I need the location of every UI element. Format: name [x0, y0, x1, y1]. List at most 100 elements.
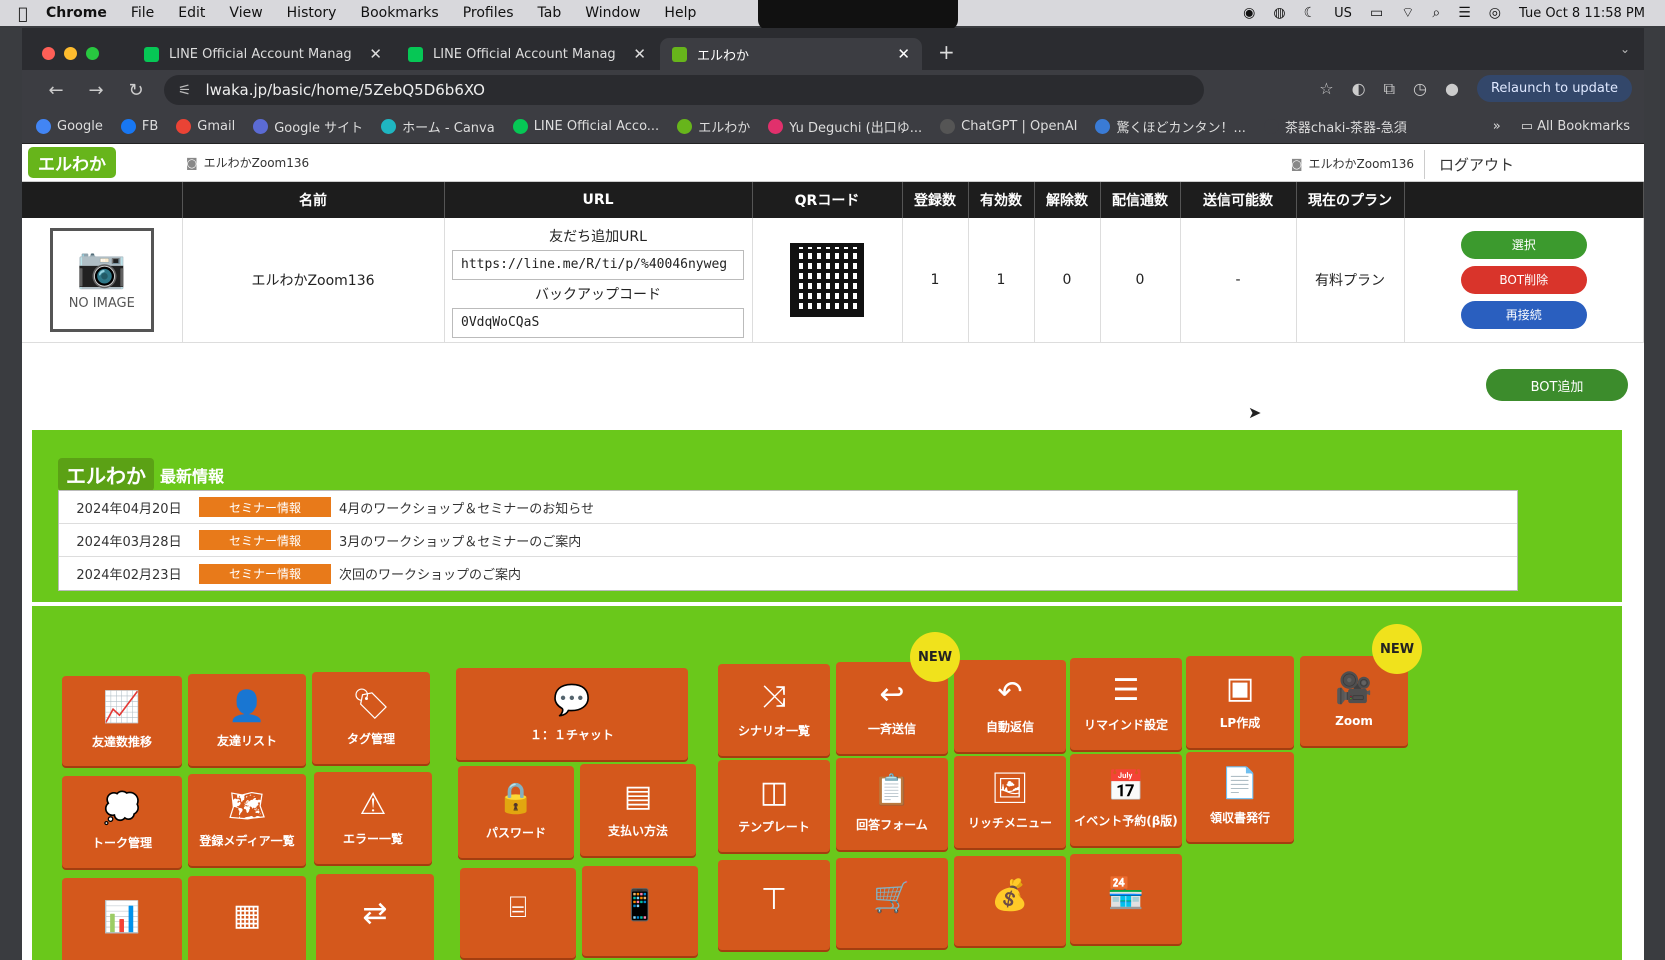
tile-remind[interactable]: ☰ リマインド設定 — [1070, 658, 1182, 750]
site-settings-icon[interactable]: ⚟ — [178, 81, 191, 99]
tile-mobile[interactable]: 📱 — [582, 866, 698, 956]
menu-tab[interactable]: Tab — [538, 5, 562, 21]
qr-code[interactable] — [790, 242, 864, 317]
delete-bot-button[interactable]: BOT削除 — [1460, 265, 1587, 294]
menu-history[interactable]: History — [287, 5, 337, 21]
tile-storage[interactable]: ⌸ — [460, 868, 576, 958]
bookmark-item[interactable]: ChatGPT | OpenAI — [940, 119, 1077, 134]
menu-file[interactable]: File — [131, 5, 154, 21]
bookmark-item[interactable]: LINE Official Acco... — [512, 119, 659, 134]
tile-store[interactable]: 🏪 — [1070, 854, 1182, 944]
tile-cart[interactable]: 🛒 — [836, 858, 948, 948]
close-window-icon[interactable] — [42, 47, 55, 60]
profile-icon[interactable]: ● — [1445, 79, 1459, 98]
tile-transfer[interactable]: ⇄ — [316, 874, 434, 960]
menu-bookmarks[interactable]: Bookmarks — [360, 5, 438, 21]
tile-scenario-list[interactable]: ⤨ シナリオ一覧 — [718, 664, 830, 756]
tile-media[interactable]: 🗺 登録メディア一覧 — [188, 774, 306, 866]
tab-line-1[interactable]: LINE Official Account Manag ✕ — [132, 38, 394, 70]
control-center-icon[interactable]: ☰ — [1458, 5, 1471, 21]
address-bar[interactable]: ⚟ lwaka.jp/basic/home/5ZebQ5D6b6XO — [164, 75, 1204, 105]
tab-close-icon[interactable]: ✕ — [633, 45, 646, 63]
chevron-right-icon[interactable]: » — [1493, 119, 1501, 134]
back-icon[interactable]: ← — [36, 80, 76, 101]
history-icon[interactable]: ◷ — [1413, 79, 1427, 98]
news-link[interactable]: 4月のワークショップ＆セミナーのお知らせ — [339, 498, 594, 517]
bookmark-item[interactable]: FB — [120, 119, 158, 134]
bot-avatar[interactable]: 📷 NO IMAGE — [49, 227, 154, 332]
tile-errors[interactable]: ⚠ エラー一覧 — [314, 772, 432, 864]
puzzle-icon[interactable]: ⧉ — [1384, 79, 1395, 99]
bookmark-item[interactable]: 驚くほどカンタン！... — [1095, 117, 1246, 136]
zoom-window-icon[interactable] — [86, 47, 99, 60]
tab-line-2[interactable]: LINE Official Account Manag ✕ — [396, 38, 658, 70]
tab-close-icon[interactable]: ✕ — [369, 45, 382, 63]
tile-payment[interactable]: ▤ 支払い方法 — [580, 764, 696, 856]
battery-icon[interactable]: ▭ — [1370, 5, 1383, 21]
bookmark-item[interactable]: Google サイト — [253, 117, 363, 136]
new-tab-button[interactable]: + — [924, 40, 969, 70]
zoom-status-icon[interactable]: ◍ — [1273, 5, 1285, 21]
tile-hierarchy[interactable]: ⊤ — [718, 860, 830, 950]
bookmark-item[interactable]: Gmail — [176, 119, 235, 134]
relaunch-button[interactable]: Relaunch to update — [1476, 75, 1632, 102]
tile-receipt[interactable]: 📄 領収書発行 — [1186, 752, 1294, 842]
tile-form[interactable]: 📋 回答フォーム — [836, 758, 948, 850]
tile-event[interactable]: 📅 イベント予約(β版) — [1070, 754, 1182, 846]
menu-edit[interactable]: Edit — [178, 5, 205, 21]
siri-icon[interactable]: ◎ — [1489, 5, 1501, 21]
wifi-icon[interactable]: ⌔ — [1401, 4, 1414, 22]
tile-money[interactable]: 💰 — [954, 856, 1066, 946]
menu-profiles[interactable]: Profiles — [463, 5, 514, 21]
tile-lp[interactable]: ▣ LP作成 — [1186, 656, 1294, 748]
current-plan: 有料プラン — [1296, 218, 1405, 343]
bookmark-item[interactable]: Google — [36, 119, 103, 134]
bookmark-item[interactable]: Yu Deguchi (出口ゆ... — [768, 117, 922, 136]
tab-search-icon[interactable]: ⌄ — [1620, 42, 1630, 56]
tile-auto-reply[interactable]: ↶ 自動返信 — [954, 660, 1066, 752]
friend-url-field[interactable]: https://line.me/R/ti/p/%40046nyweg — [452, 249, 744, 280]
input-source[interactable]: US — [1334, 6, 1352, 21]
reload-icon[interactable]: ↻ — [116, 80, 156, 101]
forward-icon[interactable]: → — [76, 80, 116, 101]
tile-window[interactable]: ▦ — [188, 876, 306, 960]
all-bookmarks-button[interactable]: ▭ All Bookmarks — [1521, 119, 1630, 134]
lwaka-logo[interactable]: エルわか — [28, 147, 116, 178]
line-status-icon[interactable]: ◉ — [1243, 5, 1255, 21]
tile-analytics[interactable]: 📊 — [62, 878, 182, 960]
menu-help[interactable]: Help — [664, 5, 696, 21]
bookmark-star-icon[interactable]: ☆ — [1319, 79, 1333, 98]
menu-window[interactable]: Window — [585, 5, 640, 21]
tile-template[interactable]: ◫ テンプレート — [718, 760, 830, 852]
spotlight-icon[interactable]: ⌕ — [1432, 5, 1440, 21]
list-item[interactable]: 2024年03月28日 セミナー情報 3月のワークショップ＆セミナーのご案内 — [59, 524, 1517, 557]
reconnect-button[interactable]: 再接続 — [1460, 300, 1587, 329]
list-item[interactable]: 2024年04月20日 セミナー情報 4月のワークショップ＆セミナーのお知らせ — [59, 491, 1517, 524]
news-link[interactable]: 3月のワークショップ＆セミナーのご案内 — [339, 531, 581, 550]
tile-password[interactable]: 🔒 パスワード — [458, 766, 574, 858]
select-button[interactable]: 選択 — [1460, 230, 1587, 259]
tile-tag-management[interactable]: 🏷 タグ管理 — [312, 672, 430, 764]
news-link[interactable]: 次回のワークショップのご案内 — [339, 564, 521, 583]
menu-chrome[interactable]: Chrome — [46, 5, 107, 21]
tab-close-icon[interactable]: ✕ — [897, 45, 910, 63]
tile-chat[interactable]: 💬 １：１チャット — [456, 668, 688, 760]
moon-icon[interactable]: ☾ — [1304, 5, 1317, 21]
bookmark-item[interactable]: エルわか — [677, 117, 750, 136]
tile-talk[interactable]: 💭 トーク管理 — [62, 776, 182, 868]
account-switcher[interactable]: ◙ エルわかZoom136 — [186, 154, 309, 171]
bookmark-item[interactable]: ホーム - Canva — [381, 117, 495, 136]
list-item[interactable]: 2024年02月23日 セミナー情報 次回のワークショップのご案内 — [59, 557, 1517, 590]
tile-rich-menu[interactable]: 🖼 リッチメニュー — [954, 756, 1066, 848]
tab-lwaka[interactable]: エルわか ✕ — [660, 38, 922, 70]
minimize-window-icon[interactable] — [64, 47, 77, 60]
menu-view[interactable]: View — [229, 5, 262, 21]
tile-friend-count-trend[interactable]: 📈 友達数推移 — [62, 676, 182, 766]
extension-icon[interactable]: ◐ — [1352, 79, 1366, 98]
backup-code-field[interactable]: 0VdqWoCQaS — [452, 307, 744, 338]
tile-friend-list[interactable]: 👤 友達リスト — [188, 674, 306, 766]
apple-icon[interactable]:  — [0, 4, 46, 23]
logout-link[interactable]: ログアウト — [1423, 150, 1528, 179]
bookmark-item[interactable]: 茶器chaki-茶器-急須 — [1263, 117, 1407, 136]
add-bot-button[interactable]: BOT追加 — [1486, 369, 1628, 401]
